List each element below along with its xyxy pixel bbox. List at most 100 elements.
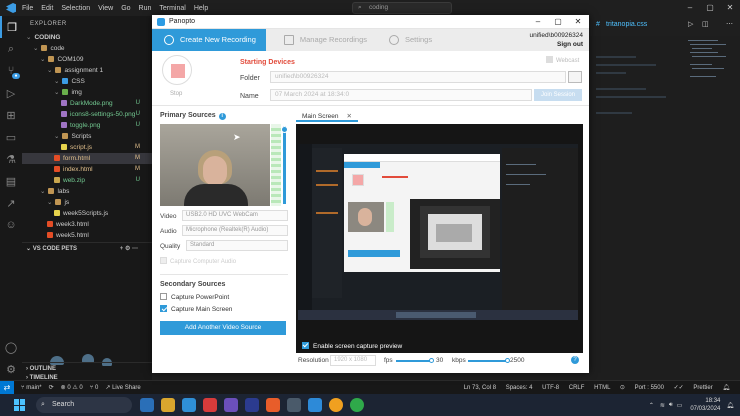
maximize-icon[interactable]: ▢ — [548, 15, 568, 29]
eol[interactable]: CRLF — [569, 385, 585, 391]
tree-file[interactable]: DarkMode.png U — [22, 98, 152, 109]
menu-view[interactable]: View — [98, 5, 113, 12]
command-center-search[interactable]: ⌕ coding — [352, 2, 452, 14]
capture-main-screen-checkbox[interactable]: Capture Main Screen — [160, 305, 232, 313]
taskbar-search[interactable]: ⌕ Search — [36, 397, 132, 413]
tree-file[interactable]: toggle.png U — [22, 120, 152, 131]
minimize-icon[interactable]: – — [680, 0, 700, 16]
language-mode[interactable]: HTML — [594, 385, 610, 391]
extensions-icon[interactable]: ⊞ — [0, 104, 22, 126]
tree-folder[interactable]: ⌄ assignment 1 — [22, 65, 152, 76]
tree-folder[interactable]: ⌄ img — [22, 87, 152, 98]
encoding[interactable]: UTF-8 — [542, 385, 559, 391]
docker-icon[interactable]: ▤ — [0, 170, 22, 192]
tree-folder[interactable]: ⌄ labs — [22, 186, 152, 197]
editor-tab[interactable]: # tritanopia.css — [590, 16, 680, 34]
close-icon[interactable]: ✕ — [568, 15, 588, 29]
tree-folder[interactable]: ⌄ code — [22, 43, 152, 54]
add-video-source-button[interactable]: Add Another Video Source — [160, 321, 286, 335]
volume-icon[interactable]: 🔊︎ — [669, 402, 673, 409]
capture-powerpoint-checkbox[interactable]: Capture PowerPoint — [160, 293, 229, 301]
menu-go[interactable]: Go — [121, 5, 130, 12]
file-explorer-icon[interactable] — [161, 398, 175, 412]
remote-icon[interactable]: ⇄ — [0, 380, 14, 395]
fps-slider[interactable] — [396, 358, 434, 363]
tray-chevron-icon[interactable]: ⌃ — [649, 402, 654, 409]
app-icon[interactable] — [245, 398, 259, 412]
tree-file[interactable]: web.zip U — [22, 175, 152, 186]
tab-manage-recordings[interactable]: Manage Recordings — [272, 29, 377, 51]
news-app-icon[interactable] — [140, 398, 154, 412]
menu-edit[interactable]: Edit — [41, 5, 53, 12]
branch-icon[interactable]: ⑂ main* — [21, 385, 42, 391]
tab-main-screen[interactable]: Main Screen ✕ — [296, 111, 358, 122]
account-icon[interactable]: ◯ — [0, 336, 22, 358]
live-share-button[interactable]: ↗ Live Share — [105, 384, 140, 391]
minimap[interactable] — [688, 40, 732, 120]
live-share-icon[interactable]: ↗ — [0, 192, 22, 214]
minimize-icon[interactable]: – — [528, 15, 548, 29]
audio-gain-slider[interactable] — [281, 126, 288, 204]
tree-file[interactable]: index.html M — [22, 164, 152, 175]
sign-out-link[interactable]: Sign out — [557, 41, 583, 48]
tree-folder[interactable]: ⌄ COM109 — [22, 54, 152, 65]
vscode-taskbar-icon[interactable] — [308, 398, 322, 412]
menu-run[interactable]: Run — [139, 5, 152, 12]
menu-help[interactable]: Help — [194, 5, 208, 12]
notifications-icon[interactable]: 🔔︎ — [722, 385, 730, 391]
quality-select[interactable]: Standard — [186, 240, 288, 251]
enable-preview-checkbox[interactable]: Enable screen capture preview — [302, 341, 402, 352]
stop-button[interactable] — [162, 55, 192, 85]
testing-icon[interactable]: ⚗ — [0, 148, 22, 170]
close-tab-icon[interactable]: ✕ — [347, 113, 352, 120]
windows-start-icon[interactable] — [14, 399, 26, 411]
close-icon[interactable]: ✕ — [720, 0, 740, 16]
pets-icon[interactable]: ☺ — [0, 214, 22, 236]
tab-settings[interactable]: Settings — [377, 29, 442, 51]
audio-select[interactable]: Microphone (Realtek(R) Audio) — [182, 225, 288, 236]
prettier-status[interactable]: ✓✓ Prettier — [674, 385, 713, 391]
video-select[interactable]: USB2.0 HD UVC WebCam — [182, 210, 288, 221]
tree-folder[interactable]: ⌄ CSS — [22, 76, 152, 87]
edge-icon[interactable] — [182, 398, 196, 412]
maximize-icon[interactable]: ▢ — [700, 0, 720, 16]
tree-file[interactable]: week5Scripts.js — [22, 208, 152, 219]
manage-gear-icon[interactable]: ⚙ — [0, 358, 22, 380]
ports-indicator[interactable]: ⑂ 0 — [90, 385, 99, 391]
resolution-select[interactable]: 1920 x 1080 — [330, 355, 376, 366]
webcast-checkbox[interactable]: Webcast — [546, 56, 579, 64]
menu-selection[interactable]: Selection — [61, 5, 90, 12]
tree-folder[interactable]: ⌄ CODING — [22, 32, 152, 43]
indentation[interactable]: Spaces: 4 — [506, 385, 533, 391]
wifi-icon[interactable]: ≋ — [660, 402, 665, 409]
cursor-position[interactable]: Ln 73, Col 8 — [464, 385, 496, 391]
pets-section[interactable]: ⌄ VS CODE PETS + ⚙ ⋯ — [22, 242, 152, 255]
pets-header[interactable]: ⌄ VS CODE PETS + ⚙ ⋯ — [22, 243, 152, 255]
help-icon[interactable]: ? — [571, 356, 579, 364]
capture-computer-audio-checkbox[interactable]: Capture Computer Audio — [160, 257, 236, 265]
mail-icon[interactable] — [203, 398, 217, 412]
search-icon[interactable]: ⌕ — [0, 38, 22, 60]
problems-indicator[interactable]: ⊗ 0 ⚠ 0 — [61, 384, 83, 391]
run-icon[interactable]: ▷ — [688, 20, 693, 28]
join-session-button[interactable]: Join Session — [534, 89, 582, 101]
tree-folder[interactable]: ⌄ js — [22, 197, 152, 208]
tree-file[interactable]: icons8-settings-50.png U — [22, 109, 152, 120]
notification-bell-icon[interactable]: 🔔︎ — [726, 402, 734, 409]
clock[interactable]: 18:34 07/03/2024 — [690, 397, 720, 413]
folder-picker-button[interactable] — [568, 71, 582, 83]
panopto-taskbar-icon[interactable] — [350, 398, 364, 412]
tree-folder[interactable]: ⌄ Scripts — [22, 131, 152, 142]
menu-terminal[interactable]: Terminal — [159, 5, 185, 12]
folder-field[interactable]: unified\b00926324 — [270, 71, 566, 83]
explorer-icon[interactable]: ❐ — [0, 16, 22, 38]
remote-explorer-icon[interactable]: ▭ — [0, 126, 22, 148]
sync-icon[interactable]: ⟳ — [49, 384, 54, 391]
more-actions-icon[interactable]: ⋯ — [726, 20, 733, 28]
menu-file[interactable]: File — [22, 5, 33, 12]
terminal-icon[interactable] — [287, 398, 301, 412]
tab-create-new-recording[interactable]: Create New Recording — [152, 29, 266, 51]
kbps-slider[interactable] — [468, 358, 510, 363]
live-server-port[interactable]: ⊙ Port : 5500 — [620, 385, 664, 391]
chrome-icon[interactable] — [329, 398, 343, 412]
